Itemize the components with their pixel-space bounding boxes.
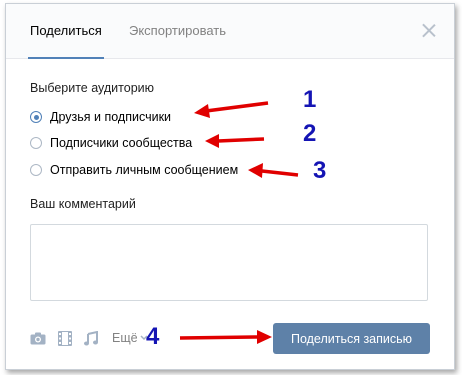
audience-option-label: Отправить личным сообщением <box>50 163 239 177</box>
attachment-toolbar: Ещё <box>30 330 148 346</box>
annotation-number-1: 1 <box>303 86 317 113</box>
radio-button[interactable] <box>30 137 42 149</box>
audience-option-label: Подписчики сообщества <box>50 136 193 150</box>
annotation-number-4: 4 <box>146 323 160 350</box>
annotation-number-2: 2 <box>303 120 317 147</box>
share-dialog: Поделиться Экспортировать Выберите аудит… <box>5 3 455 370</box>
radio-button[interactable] <box>30 164 42 176</box>
audience-option-community[interactable]: Подписчики сообщества <box>30 134 192 152</box>
close-icon[interactable] <box>422 23 436 37</box>
audience-option-friends[interactable]: Друзья и подписчики <box>30 108 171 126</box>
annotation-number-3: 3 <box>313 157 327 184</box>
share-post-button[interactable]: Поделиться записью <box>273 323 430 354</box>
camera-icon[interactable] <box>30 332 46 345</box>
video-icon[interactable] <box>58 330 72 346</box>
tab-share[interactable]: Поделиться <box>28 4 104 59</box>
comment-input[interactable] <box>30 224 428 301</box>
comment-title: Ваш комментарий <box>30 197 136 211</box>
music-icon[interactable] <box>84 330 98 346</box>
radio-button-checked[interactable] <box>30 111 42 123</box>
tab-bar: Поделиться Экспортировать <box>6 4 454 59</box>
more-attachments-link[interactable]: Ещё <box>112 331 138 345</box>
audience-option-label: Друзья и подписчики <box>50 110 172 124</box>
tab-export[interactable]: Экспортировать <box>129 4 226 58</box>
audience-option-private-message[interactable]: Отправить личным сообщением <box>30 161 238 179</box>
audience-title: Выберите аудиторию <box>30 81 155 95</box>
